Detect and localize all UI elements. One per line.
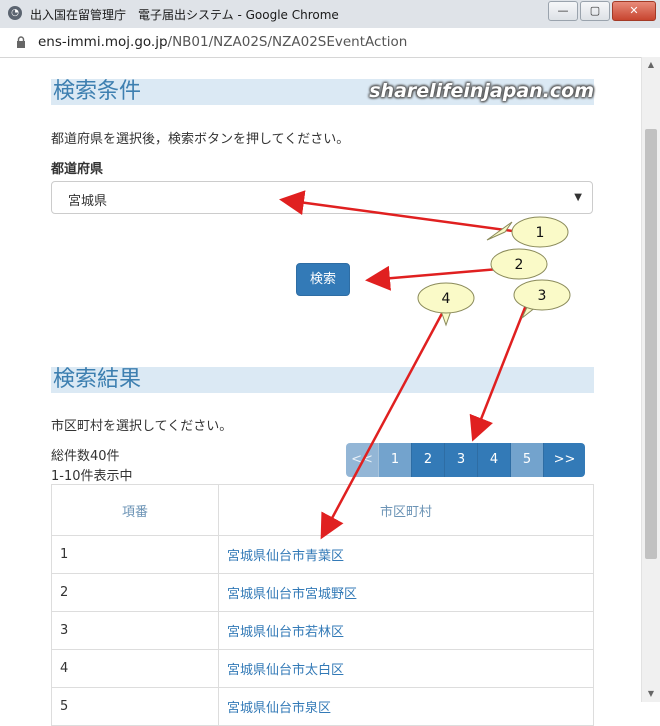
callout-2-label: 2 xyxy=(515,257,524,273)
row-number: 1 xyxy=(51,535,219,574)
results-total: 総件数40件 xyxy=(51,449,120,464)
city-link[interactable]: 宮城県仙台市若林区 xyxy=(218,611,594,650)
scroll-up-arrow-icon[interactable]: ▲ xyxy=(642,57,660,73)
table-row: 1 宮城県仙台市青葉区 xyxy=(51,535,594,574)
minimize-button[interactable]: — xyxy=(548,1,578,21)
window-titlebar: ◔ 出入国在留管理庁 電子届出システム - Google Chrome — ▢ … xyxy=(0,0,660,29)
search-results-heading: 検索結果 xyxy=(51,367,594,393)
page-first[interactable]: << xyxy=(346,443,379,477)
results-instruction: 市区町村を選択してください。 xyxy=(51,419,233,434)
window-title: 出入国在留管理庁 電子届出システム - Google Chrome xyxy=(30,8,339,22)
callout-1: 1 xyxy=(486,216,569,248)
row-number: 5 xyxy=(51,687,219,726)
pagination: << 1 2 3 4 5 >> xyxy=(346,443,585,477)
column-header-number: 項番 xyxy=(51,484,219,536)
maximize-button[interactable]: ▢ xyxy=(580,1,610,21)
page-1[interactable]: 1 xyxy=(379,443,412,477)
row-number: 4 xyxy=(51,649,219,688)
table-row: 5 宮城県仙台市泉区 xyxy=(51,687,594,726)
arrow-2 xyxy=(365,265,511,291)
prefecture-select[interactable]: 宮城県 ▼ xyxy=(51,181,593,214)
prefecture-select-value: 宮城県 xyxy=(68,194,108,209)
prefecture-label: 都道府県 xyxy=(51,162,104,177)
url-text[interactable]: ens-immi.moj.go.jp/NB01/NZA02S/NZA02SEve… xyxy=(38,34,407,50)
callout-3-label: 3 xyxy=(538,288,547,304)
url-host: ens-immi.moj.go.jp xyxy=(38,34,168,50)
page-2[interactable]: 2 xyxy=(412,443,445,477)
callout-1-label: 1 xyxy=(536,225,545,241)
page-last[interactable]: >> xyxy=(544,443,585,477)
table-row: 3 宮城県仙台市若林区 xyxy=(51,611,594,650)
city-link[interactable]: 宮城県仙台市宮城野区 xyxy=(218,573,594,612)
callout-3: 3 xyxy=(513,279,571,319)
lock-icon xyxy=(17,36,25,48)
city-link[interactable]: 宮城県仙台市青葉区 xyxy=(218,535,594,574)
page-3[interactable]: 3 xyxy=(445,443,478,477)
window-controls: — ▢ ✕ xyxy=(548,1,656,21)
url-path: /NB01/NZA02S/NZA02SEventAction xyxy=(167,34,408,50)
close-button[interactable]: ✕ xyxy=(612,1,656,21)
results-range: 1-10件表示中 xyxy=(51,469,133,484)
page-4[interactable]: 4 xyxy=(478,443,511,477)
watermark: sharelifeinjapan.com xyxy=(369,80,594,102)
column-header-city: 市区町村 xyxy=(218,484,594,536)
city-link[interactable]: 宮城県仙台市太白区 xyxy=(218,649,594,688)
city-link[interactable]: 宮城県仙台市泉区 xyxy=(218,687,594,726)
row-number: 2 xyxy=(51,573,219,612)
scroll-down-arrow-icon[interactable]: ▼ xyxy=(642,686,660,702)
table-header-row: 項番 市区町村 xyxy=(51,484,594,536)
scroll-thumb[interactable] xyxy=(645,129,657,559)
row-number: 3 xyxy=(51,611,219,650)
table-row: 2 宮城県仙台市宮城野区 xyxy=(51,573,594,612)
callout-4: 4 xyxy=(417,282,475,327)
callout-4-label: 4 xyxy=(442,291,451,307)
page-5[interactable]: 5 xyxy=(511,443,544,477)
search-instruction: 都道府県を選択後，検索ボタンを押してください。 xyxy=(51,132,350,147)
address-bar[interactable]: ens-immi.moj.go.jp/NB01/NZA02S/NZA02SEve… xyxy=(0,28,660,58)
callout-2: 2 xyxy=(490,248,548,280)
results-table: 項番 市区町村 1 宮城県仙台市青葉区 2 宮城県仙台市宮城野区 3 宮城県仙台市若林… xyxy=(51,484,594,726)
chevron-down-icon: ▼ xyxy=(574,192,582,203)
search-button[interactable]: 検索 xyxy=(296,263,350,296)
chrome-app-icon: ◔ xyxy=(8,6,22,20)
vertical-scrollbar[interactable]: ▲ ▼ xyxy=(641,57,660,702)
table-row: 4 宮城県仙台市太白区 xyxy=(51,649,594,688)
